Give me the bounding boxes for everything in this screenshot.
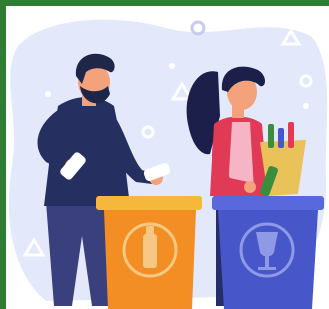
- bottle-icon: [146, 226, 154, 236]
- bottle-icon: [143, 234, 157, 268]
- orange-bin: [96, 196, 202, 309]
- woman-hand: [244, 181, 256, 193]
- blue-bin: [212, 196, 324, 309]
- bottle-icon: [278, 128, 284, 148]
- green-frame: [0, 0, 329, 309]
- deco-dot: [169, 63, 175, 69]
- recycling-scene: [8, 19, 328, 309]
- bin-lid: [96, 196, 202, 210]
- bin-lid: [212, 196, 324, 210]
- deco-dot: [303, 103, 309, 109]
- bottle-icon: [288, 122, 294, 148]
- illustration: [6, 6, 329, 309]
- deco-dot: [45, 91, 51, 97]
- bottle-icon: [268, 124, 274, 148]
